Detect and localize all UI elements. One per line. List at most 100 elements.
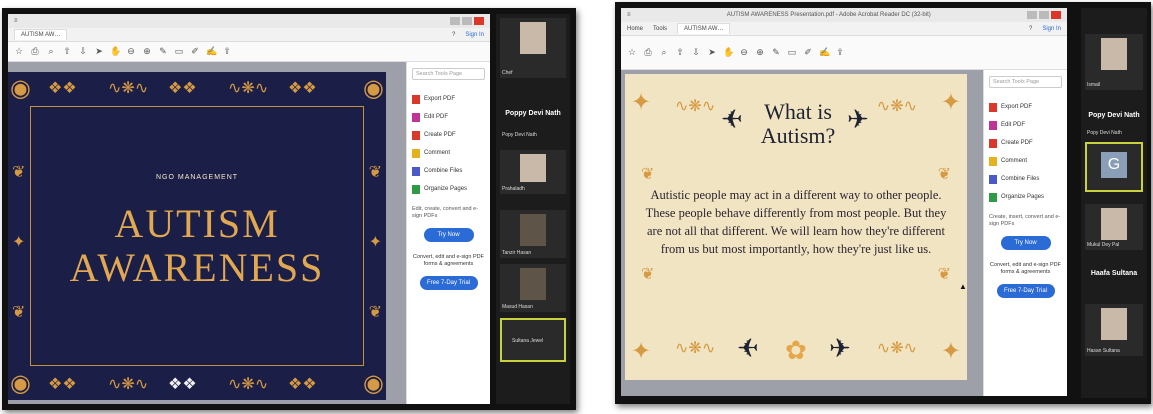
participant-tile-active[interactable]: Sultana Jewel xyxy=(500,318,566,362)
tools-note: Edit, create, convert and e-sign PDFs xyxy=(412,206,479,219)
zoom-in-icon[interactable]: ⊕ xyxy=(142,46,152,57)
print-icon[interactable]: ⎙ xyxy=(643,47,653,58)
promo-text: Convert, edit and e-sign PDF forms & agr… xyxy=(413,254,484,267)
participant-video xyxy=(1101,308,1127,340)
try-now-button[interactable]: Try Now xyxy=(423,228,474,242)
acrobat-window-right: ≡ AUTISM AWARENESS Presentation.pdf - Ad… xyxy=(621,8,1067,396)
cursor-icon[interactable]: ➤ xyxy=(707,47,717,58)
avatar: G xyxy=(1101,152,1127,178)
document-view[interactable]: ✦ ✦ ✦ ✦ ∿❋∿ ∿❋∿ ∿❋∿ ∿❋∿ ❦ ❦ ❦ ❦ ✈ ✈ What… xyxy=(621,70,983,396)
tab-bar: Home Tools AUTISM AW… ? Sign In xyxy=(621,22,1067,36)
tool-comment[interactable]: Comment xyxy=(412,144,485,162)
document-view[interactable]: ◉ ◉ ◉ ◉ ❖❖ ∿❋∿ ❖❖ ∿❋∿ ❖❖ ❖❖ ∿❋∿ ❖❖ ∿❋∿ ❖… xyxy=(8,62,406,404)
tab-document[interactable]: AUTISM AW… xyxy=(677,23,731,34)
search-icon[interactable]: ⌕ xyxy=(659,47,669,58)
draw-icon[interactable]: ✐ xyxy=(803,47,813,58)
free-trial-button[interactable]: Free 7-Day Trial xyxy=(419,276,478,290)
print-icon[interactable]: ⎙ xyxy=(30,46,40,57)
sign-icon[interactable]: ✍ xyxy=(206,46,217,57)
bookmark-icon[interactable]: ☆ xyxy=(14,46,24,57)
tool-label: Create PDF xyxy=(424,132,456,138)
tab-document[interactable]: AUTISM AW… xyxy=(14,29,68,40)
tools-search-input[interactable]: Search Tools Page xyxy=(989,76,1062,88)
tools-panel: Search Tools Page Export PDF Edit PDF Cr… xyxy=(406,62,490,404)
menu-icon[interactable]: ≡ xyxy=(627,12,631,18)
participant-tile-active[interactable]: G xyxy=(1085,142,1143,192)
participant-tile[interactable]: Tanzir Hasan xyxy=(500,210,566,258)
help-icon[interactable]: ? xyxy=(1029,26,1032,32)
tool-edit-pdf[interactable]: Edit PDF xyxy=(412,108,485,126)
share-icon[interactable]: ⇪ xyxy=(222,46,232,57)
participant-tile[interactable]: Masud Hasan xyxy=(500,264,566,312)
highlight-icon[interactable]: ▭ xyxy=(174,46,184,57)
tool-organize-pages[interactable]: Organize Pages xyxy=(989,188,1062,206)
window-title: AUTISM AWARENESS Presentation.pdf - Adob… xyxy=(726,12,931,18)
menu-tools[interactable]: Tools xyxy=(653,26,667,32)
star-ornament-icon: ✦ xyxy=(631,89,652,116)
tool-comment[interactable]: Comment xyxy=(989,152,1062,170)
comment-icon[interactable]: ✎ xyxy=(158,46,168,57)
create-pdf-icon xyxy=(989,138,997,148)
menu-icon[interactable]: ≡ xyxy=(14,18,18,24)
zoom-in-icon[interactable]: ⊕ xyxy=(755,47,765,58)
page-down-icon[interactable]: ⇩ xyxy=(691,47,701,58)
maximize-icon[interactable] xyxy=(462,17,472,25)
window-controls[interactable] xyxy=(1027,11,1061,19)
tool-combine-files[interactable]: Combine Files xyxy=(412,162,485,180)
menu-home[interactable]: Home xyxy=(627,26,643,32)
free-trial-button[interactable]: Free 7-Day Trial xyxy=(996,284,1055,298)
tool-combine-files[interactable]: Combine Files xyxy=(989,170,1062,188)
participant-tile[interactable]: Prahaladh xyxy=(500,150,566,194)
close-icon[interactable] xyxy=(474,17,484,25)
tool-organize-pages[interactable]: Organize Pages xyxy=(412,180,485,198)
tool-export-pdf[interactable]: Export PDF xyxy=(989,98,1062,116)
tool-label: Create PDF xyxy=(1001,140,1033,146)
sign-icon[interactable]: ✍ xyxy=(819,47,830,58)
highlight-icon[interactable]: ▭ xyxy=(787,47,797,58)
maximize-icon[interactable] xyxy=(1039,11,1049,19)
tool-label: Edit PDF xyxy=(1001,122,1026,128)
toolbar: ☆ ⎙ ⌕ ⇧ ⇩ ➤ ✋ ⊖ ⊕ ✎ ▭ ✐ ✍ ⇪ xyxy=(8,42,490,62)
tool-create-pdf[interactable]: Create PDF xyxy=(412,126,485,144)
participant-tile[interactable]: Popy Devi Nath xyxy=(500,126,566,140)
window-controls[interactable] xyxy=(450,17,484,25)
cursor-icon[interactable]: ➤ xyxy=(94,46,104,57)
minimize-icon[interactable] xyxy=(450,17,460,25)
side-ornament-icon: ❦ xyxy=(368,304,382,321)
tool-export-pdf[interactable]: Export PDF xyxy=(412,90,485,108)
tool-edit-pdf[interactable]: Edit PDF xyxy=(989,116,1062,134)
participant-video xyxy=(520,22,546,54)
tool-create-pdf[interactable]: Create PDF xyxy=(989,134,1062,152)
page-up-icon[interactable]: ⇧ xyxy=(62,46,72,57)
flourish-icon: ∿❋∿ xyxy=(876,340,917,357)
minimize-icon[interactable] xyxy=(1027,11,1037,19)
hand-icon[interactable]: ✋ xyxy=(110,46,121,57)
sign-in-link[interactable]: Sign In xyxy=(465,32,484,38)
tool-label: Organize Pages xyxy=(424,186,468,192)
close-icon[interactable] xyxy=(1051,11,1061,19)
participant-tile[interactable]: Hasan Sultana xyxy=(1085,304,1143,356)
speaker-label: Poppy Devi Nath xyxy=(505,110,561,117)
hand-icon[interactable]: ✋ xyxy=(723,47,734,58)
participant-tile[interactable]: Popy Devi Nath xyxy=(1085,126,1143,138)
tool-label: Edit PDF xyxy=(424,114,449,120)
flourish-icon: ∿❋∿ xyxy=(876,98,917,115)
help-icon[interactable]: ? xyxy=(452,32,455,38)
tools-search-input[interactable]: Search Tools Page xyxy=(412,68,485,80)
page-down-icon[interactable]: ⇩ xyxy=(78,46,88,57)
search-icon[interactable]: ⌕ xyxy=(46,46,56,57)
screenshot-right: ≡ AUTISM AWARENESS Presentation.pdf - Ad… xyxy=(615,2,1151,404)
comment-icon[interactable]: ✎ xyxy=(771,47,781,58)
participant-tile[interactable]: Ismail xyxy=(1085,34,1143,90)
share-icon[interactable]: ⇪ xyxy=(835,47,845,58)
tool-label: Organize Pages xyxy=(1001,194,1045,200)
participant-tile[interactable]: Chef xyxy=(500,18,566,78)
page-up-icon[interactable]: ⇧ xyxy=(675,47,685,58)
bookmark-icon[interactable]: ☆ xyxy=(627,47,637,58)
zoom-out-icon[interactable]: ⊖ xyxy=(126,46,136,57)
sign-in-link[interactable]: Sign In xyxy=(1042,26,1061,32)
zoom-out-icon[interactable]: ⊖ xyxy=(739,47,749,58)
participant-tile[interactable]: Mukul Dey Pal xyxy=(1085,204,1143,250)
draw-icon[interactable]: ✐ xyxy=(190,46,200,57)
try-now-button[interactable]: Try Now xyxy=(1000,236,1051,250)
